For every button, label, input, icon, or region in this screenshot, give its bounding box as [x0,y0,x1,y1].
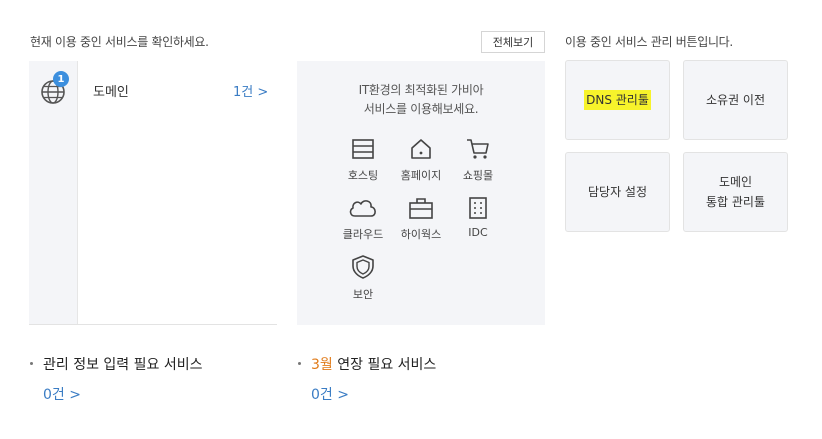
domain-integrated-manager-button[interactable]: 도메인 통합 관리툴 [683,152,788,232]
management-heading: 이용 중인 서비스 관리 버튼입니다. [565,35,733,49]
promo-hosting-label: 호스팅 [347,169,379,182]
ownership-transfer-button[interactable]: 소유권 이전 [683,60,788,140]
promo-cloud-label: 클라우드 [342,228,384,241]
promo-idc-label: IDC [468,226,488,239]
service-count-badge: 1 [53,71,69,87]
toolbox-icon [409,198,433,219]
server-icon [352,139,374,159]
promo-cloud[interactable]: 클라우드 [333,196,393,242]
contact-settings-button[interactable]: 담당자 설정 [565,152,670,232]
bullet-dot [298,362,301,365]
view-all-button[interactable]: 전체보기 [481,31,545,53]
promo-hiworks[interactable]: 하이웍스 [391,196,451,242]
promo-shopping-label: 쇼핑몰 [462,169,494,182]
dns-manager-label: DNS 관리툴 [584,90,651,110]
promo-hiworks-label: 하이웍스 [400,228,442,241]
promo-hosting[interactable]: 호스팅 [333,137,393,183]
promo-security[interactable]: 보안 [333,254,393,302]
renewal-required-label: 연장 필요 서비스 [332,357,437,373]
dns-manager-button[interactable]: DNS 관리툴 [565,60,670,140]
promo-security-label: 보안 [352,288,374,301]
ownership-transfer-label: 소유권 이전 [705,93,765,107]
cart-icon [467,139,489,159]
renewal-required-title: 3월 연장 필요 서비스 [311,354,436,374]
current-services-heading: 현재 이용 중인 서비스를 확인하세요. [30,35,209,49]
promo-line-1: IT환경의 최적화된 가비아 [358,83,484,97]
bullet-dot [30,362,33,365]
contact-settings-label: 담당자 설정 [587,185,647,199]
promo-idc[interactable]: IDC [448,196,508,239]
home-icon [411,139,431,159]
domain-integrated-manager-label-2: 통합 관리툴 [705,195,765,209]
info-required-count[interactable]: 0건 > [43,384,81,404]
service-sidebar: 1 [29,61,78,324]
promo-homepage-label: 홈페이지 [400,169,442,182]
service-list-panel: 1 도메인 1건 > [29,61,277,325]
shield-icon [352,255,374,279]
service-count-link[interactable]: 1건 > [233,81,268,100]
building-icon [469,197,487,219]
domain-integrated-manager-label-1: 도메인 [718,175,753,189]
promo-shopping[interactable]: 쇼핑몰 [448,137,508,183]
info-required-label: 관리 정보 입력 필요 서비스 [43,357,203,373]
cloud-icon [349,200,376,217]
service-name-domain[interactable]: 도메인 [93,81,129,100]
promo-text: IT환경의 최적화된 가비아 서비스를 이용해보세요. [297,81,545,119]
renewal-required-count[interactable]: 0건 > [311,384,349,404]
promo-homepage[interactable]: 홈페이지 [391,137,451,183]
promo-panel: IT환경의 최적화된 가비아 서비스를 이용해보세요. 호스팅 홈페이지 쇼핑몰… [297,61,545,325]
renewal-month: 3월 [311,357,333,373]
promo-line-2: 서비스를 이용해보세요. [363,102,479,116]
